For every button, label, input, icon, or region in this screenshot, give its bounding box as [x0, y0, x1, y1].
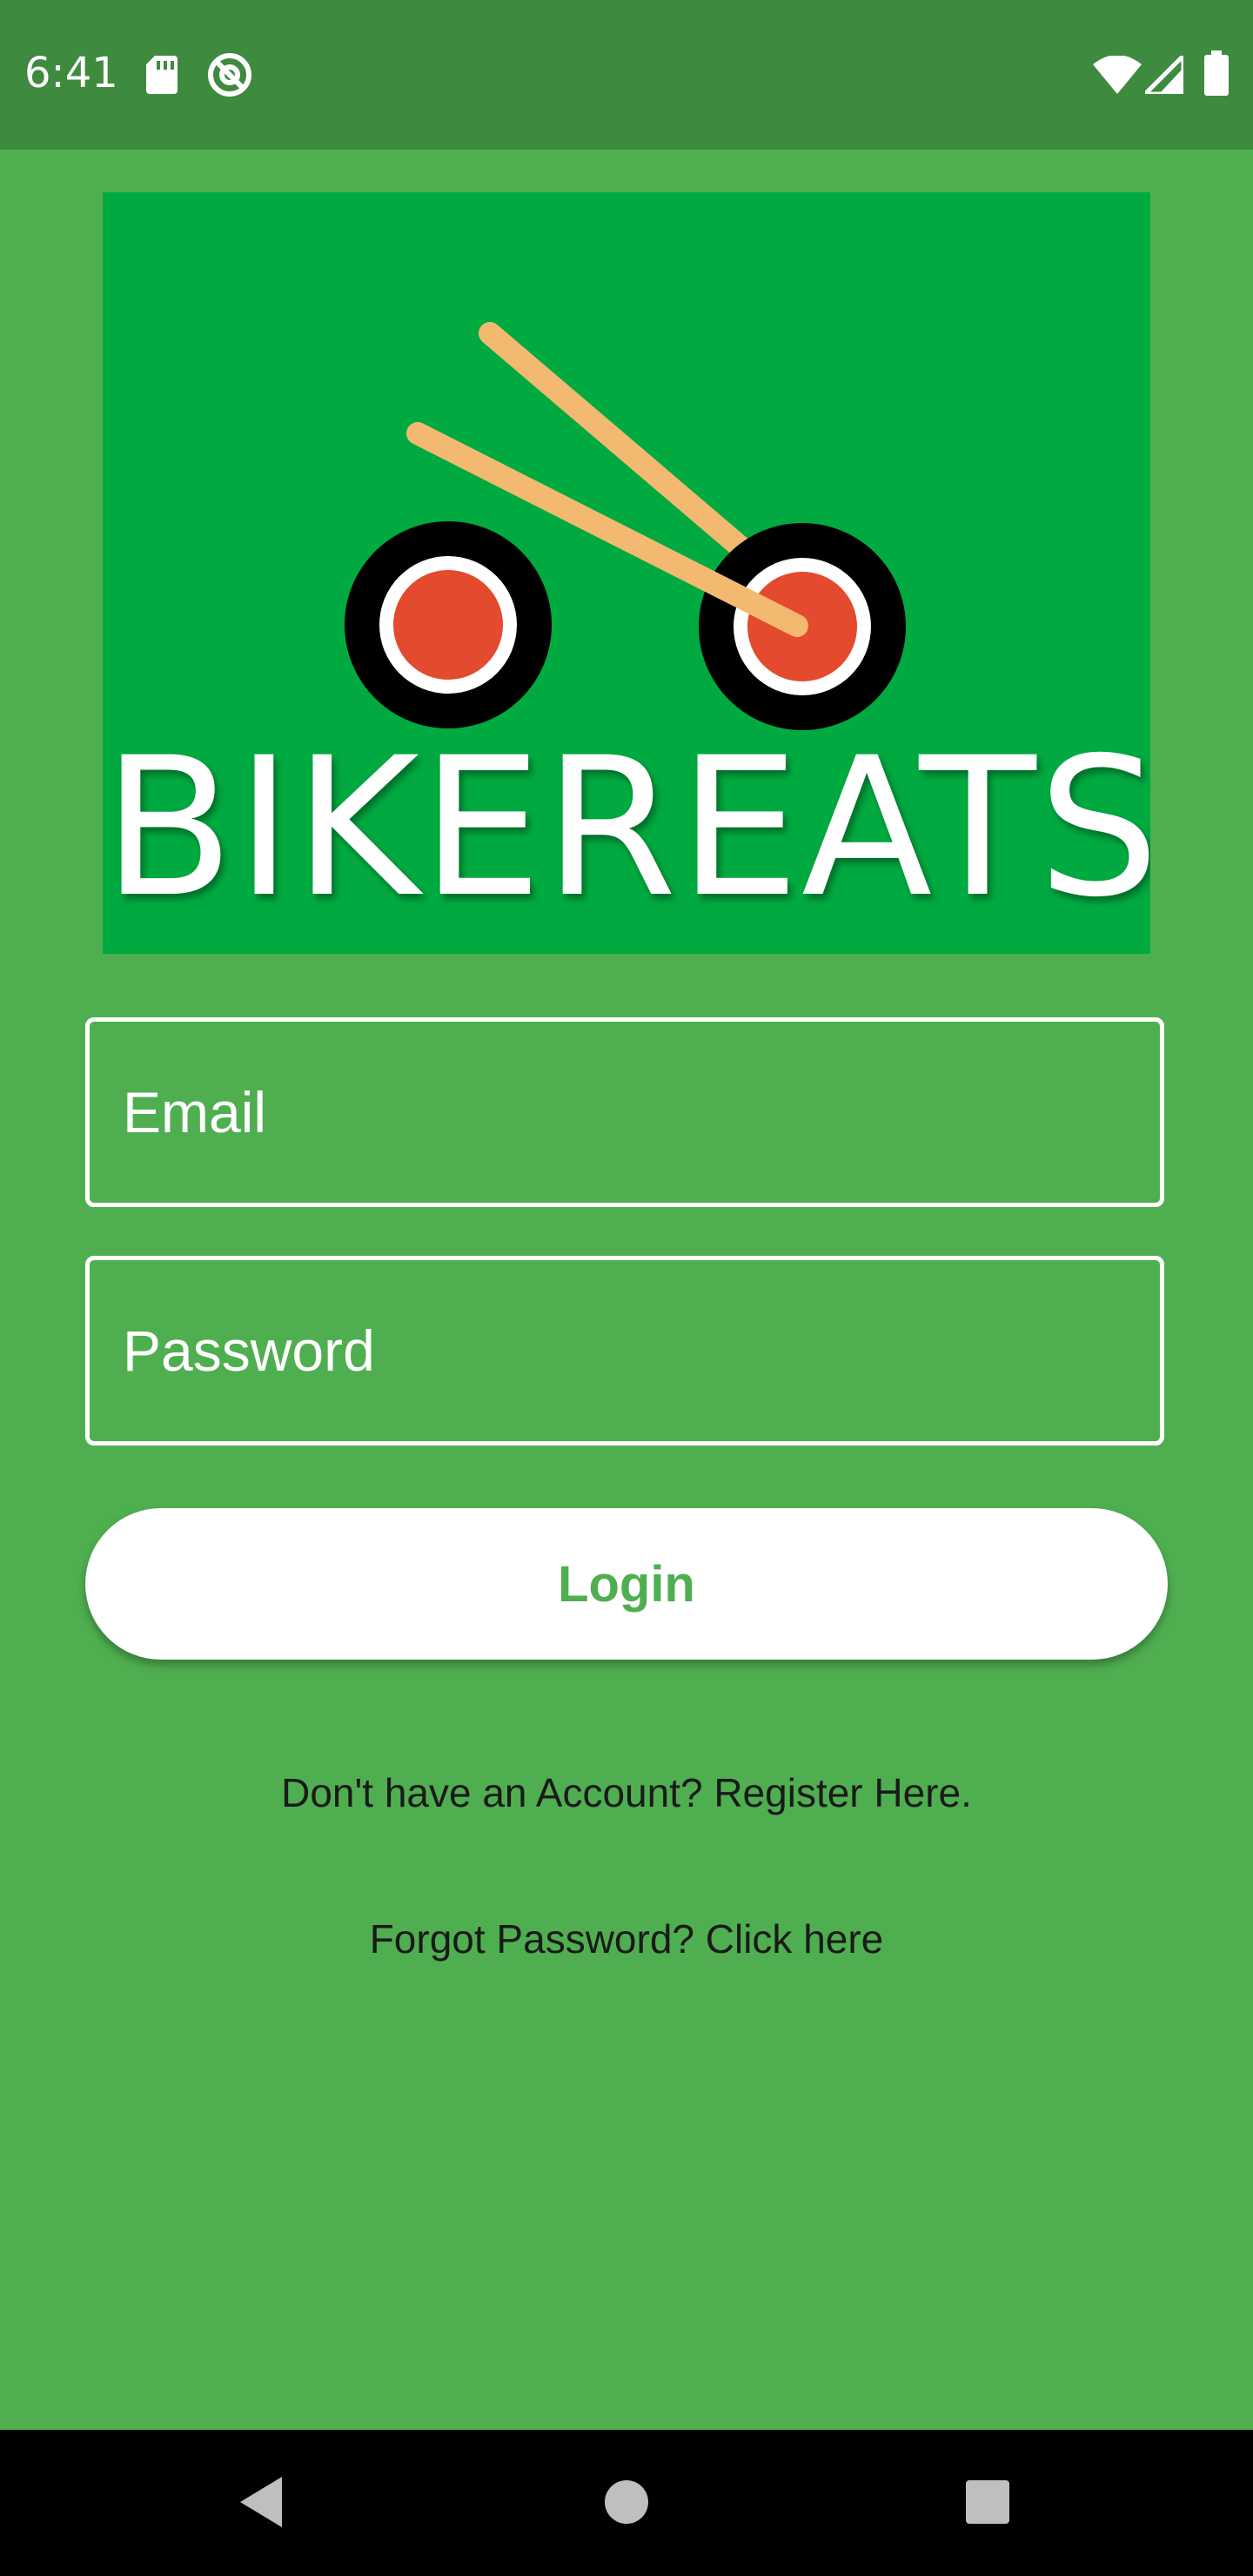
password-field[interactable] [85, 1256, 1164, 1446]
home-icon[interactable] [603, 2479, 650, 2526]
recents-icon[interactable] [964, 2479, 1011, 2526]
wifi-icon [1093, 56, 1142, 94]
status-time: 6:41 [24, 49, 118, 97]
forgot-password-link[interactable]: Forgot Password? Click here [0, 1915, 1253, 1962]
login-button[interactable]: Login [85, 1508, 1168, 1660]
battery-icon [1204, 50, 1229, 96]
register-link[interactable]: Don't have an Account? Register Here. [0, 1769, 1253, 1816]
cell-signal-icon [1145, 56, 1183, 94]
sd-card-icon [146, 56, 178, 94]
do-not-disturb-icon [208, 53, 251, 97]
status-bar: 6:41 [0, 0, 1253, 150]
email-field[interactable] [85, 1017, 1164, 1207]
navigation-bar [0, 2430, 1253, 2576]
logo-wordmark: BIKEREATS [103, 716, 1150, 939]
back-icon[interactable] [237, 2475, 285, 2529]
app-logo: BIKEREATS [103, 192, 1150, 954]
